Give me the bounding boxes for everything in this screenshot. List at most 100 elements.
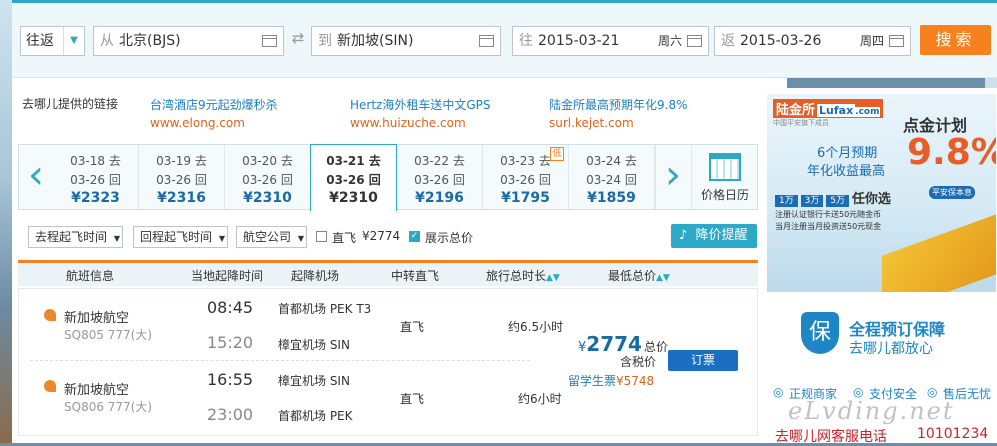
- direct-label: 直飞: [332, 231, 357, 245]
- prev-dates-arrow-icon[interactable]: ‹: [19, 145, 53, 209]
- ad-line1: 6个月预期: [817, 146, 878, 161]
- arrival-time: 15:20: [207, 333, 254, 352]
- ad-link-title[interactable]: 台湾酒店9元起劲爆秒杀: [150, 96, 278, 113]
- results-table-header: 航班信息 当地起降时间 起降机场 中转直飞 旅行总时长▲▼ 最低总价▲▼: [18, 260, 758, 286]
- ad-tag-text: 任你选: [851, 192, 891, 207]
- airline-dropdown[interactable]: 航空公司 ▼: [236, 226, 307, 248]
- date-tab-selected[interactable]: 03-21 去 03-26 回 ¥2310: [310, 144, 397, 211]
- ad-link-url[interactable]: www.huizuche.com: [350, 116, 466, 130]
- date-tab[interactable]: 03-19 去 03-26 回 ¥2316: [139, 145, 225, 209]
- direct-checkbox[interactable]: [316, 231, 327, 242]
- trip-type-label: 往返: [26, 33, 54, 49]
- depart-weekday: 周六: [657, 34, 682, 48]
- ad-tag: 1万: [775, 195, 798, 207]
- show-total-label: 展示总价: [425, 231, 474, 245]
- flight-number: SQ806 777(大): [64, 400, 153, 414]
- outbound-time-label: 去程起飞时间: [35, 230, 108, 244]
- price-total-label: 总价: [643, 340, 668, 354]
- date-price: ¥2196: [415, 190, 464, 206]
- watermark: eLvding.net: [788, 397, 955, 425]
- date-go: 03-20 去: [242, 154, 293, 168]
- date-back: 03-26 回: [326, 173, 381, 187]
- date-tab[interactable]: 03-22 去 03-26 回 ¥2196: [397, 145, 483, 209]
- flight-type: 直飞: [400, 320, 425, 334]
- gold-key-illustration: [882, 212, 996, 292]
- check-icon: ◎: [773, 385, 784, 399]
- ad-bullet: 注册认证银行卡送50元随金币: [775, 210, 882, 219]
- sort-icon: ▲▼: [656, 273, 670, 283]
- to-city-input[interactable]: 到新加坡(SIN): [311, 26, 501, 56]
- date-go: 03-19 去: [156, 154, 207, 168]
- price-alert-label: 降价提醒: [695, 228, 748, 243]
- from-city-input[interactable]: 从北京(BJS): [93, 26, 284, 56]
- flight-type: 直飞: [400, 392, 425, 406]
- guarantee-title: 全程预订保障: [849, 320, 946, 339]
- row-divider: [30, 360, 530, 361]
- lufax-domain: .com: [855, 107, 880, 117]
- date-price: ¥2316: [157, 190, 206, 206]
- col-duration-label: 旅行总时长: [486, 269, 547, 283]
- price-alert-button[interactable]: ♪ 降价提醒: [671, 224, 757, 248]
- swap-icon[interactable]: ⇄: [287, 29, 309, 49]
- student-fare-label: 留学生票: [568, 374, 617, 388]
- price-calendar-button[interactable]: 价格日历: [691, 145, 758, 209]
- date-price: ¥1859: [587, 190, 636, 206]
- arrival-airport: 首都机场 PEK: [278, 409, 353, 423]
- col-price[interactable]: 最低总价▲▼: [608, 267, 670, 284]
- book-button[interactable]: 订票: [668, 350, 738, 371]
- date-tab[interactable]: 03-24 去 03-24 回 ¥1859: [569, 145, 655, 209]
- ad-link-url[interactable]: www.elong.com: [150, 116, 245, 130]
- lufax-ad-banner[interactable]: 陆金所 Lufax .com 中国平安旗下成员 点金计划 6个月预期 年化收益最高 …: [767, 94, 996, 292]
- departure-time: 16:55: [207, 370, 254, 389]
- chevron-down-icon: ▼: [297, 234, 304, 243]
- date-tab[interactable]: 03-20 去 03-26 回 ¥2310: [225, 145, 311, 209]
- to-placeholder: 到: [318, 33, 332, 49]
- departure-airport: 首都机场 PEK T3: [278, 302, 372, 316]
- student-fare[interactable]: 留学生票¥5748: [568, 372, 654, 389]
- guarantee-block: 保 全程预订保障 去哪儿都放心: [767, 300, 996, 370]
- departure-airport: 樟宜机场 SIN: [278, 374, 350, 388]
- date-back: 03-26 回: [414, 173, 465, 187]
- return-time-dropdown[interactable]: 回程起飞时间 ▼: [133, 226, 228, 248]
- col-times: 当地起降时间: [191, 269, 264, 283]
- col-flight-info: 航班信息: [66, 269, 115, 283]
- calendar-icon: [479, 35, 494, 47]
- lufax-brand-en: Lufax: [817, 104, 856, 117]
- date-back: 03-26 回: [70, 173, 121, 187]
- student-fare-price: ¥5748: [616, 374, 655, 388]
- depart-date-input[interactable]: 往 2015-03-21 周六: [512, 26, 709, 56]
- search-button[interactable]: 搜索: [920, 25, 991, 55]
- from-placeholder: 从: [100, 33, 114, 49]
- ad-tag: 3万: [800, 195, 824, 207]
- outbound-time-dropdown[interactable]: 去程起飞时间 ▼: [28, 226, 123, 248]
- ad-link-url[interactable]: surl.kejet.com: [549, 116, 634, 130]
- calendar-icon: [262, 35, 277, 47]
- shield-icon: 保: [801, 312, 839, 354]
- ad-link-title[interactable]: Hertz海外租车送中文GPS: [350, 96, 491, 113]
- col-transfer: 中转直飞: [391, 269, 440, 283]
- date-go: 03-21 去: [326, 154, 381, 168]
- to-value: 新加坡(SIN): [337, 33, 414, 49]
- airline-name: 新加坡航空: [64, 383, 130, 398]
- date-price: ¥2323: [71, 190, 120, 206]
- ad-link-title[interactable]: 陆金所最高预期年化9.8%: [549, 96, 688, 113]
- date-price: ¥1795: [501, 190, 550, 206]
- airline-logo-icon: [44, 309, 56, 321]
- date-tab[interactable]: 03-23 去 03-26 回 ¥1795 低: [483, 145, 569, 209]
- show-total-checkbox[interactable]: ✓: [409, 231, 420, 242]
- return-date-input[interactable]: 返 2015-03-26 周四: [714, 26, 911, 56]
- tax-label: 含税价: [620, 355, 657, 369]
- calendar-icon: [709, 153, 741, 181]
- lufax-brand: 陆金所: [776, 103, 816, 118]
- date-back: 03-24 回: [586, 173, 637, 187]
- date-back: 03-26 回: [242, 173, 293, 187]
- col-duration[interactable]: 旅行总时长▲▼: [486, 267, 560, 284]
- next-dates-arrow-icon[interactable]: ›: [655, 145, 690, 209]
- return-time-label: 回程起飞时间: [140, 230, 213, 244]
- bell-icon: ♪: [679, 228, 688, 243]
- calendar-icon: [687, 35, 702, 47]
- links-heading: 去哪儿提供的链接: [22, 97, 119, 111]
- date-price-strip: ‹ 03-18 去 03-26 回 ¥2323 03-19 去 03-26 回 …: [18, 144, 758, 211]
- trip-type-select[interactable]: 往返 ▼: [20, 26, 85, 56]
- date-tab[interactable]: 03-18 去 03-26 回 ¥2323: [53, 145, 139, 209]
